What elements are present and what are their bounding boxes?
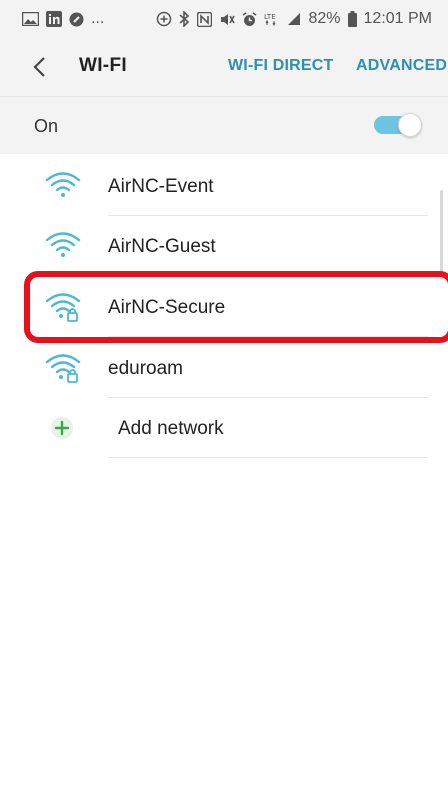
advanced-button[interactable]: ADVANCED xyxy=(356,57,447,75)
add-network-label: Add network xyxy=(118,418,224,439)
wifi-toggle-switch[interactable] xyxy=(374,113,422,137)
network-name: AirNC-Guest xyxy=(108,236,216,257)
toggle-knob xyxy=(398,113,422,137)
network-name: eduroam xyxy=(108,358,183,379)
app-header: WI-FI WI-FI DIRECT ADVANCED xyxy=(0,38,448,96)
divider xyxy=(108,336,428,337)
wifi-signal-icon xyxy=(45,232,81,257)
nfc-icon xyxy=(197,11,213,27)
linkedin-icon xyxy=(46,11,62,27)
add-circle-icon xyxy=(156,11,172,27)
wifi-direct-button[interactable]: WI-FI DIRECT xyxy=(228,57,334,75)
network-row-eduroam[interactable]: eduroam xyxy=(0,338,448,398)
mute-icon xyxy=(219,12,236,27)
network-row-airnc-guest[interactable]: AirNC-Guest xyxy=(0,216,448,276)
wifi-toggle-label: On xyxy=(34,116,59,136)
status-time: 12:01 PM xyxy=(363,10,432,27)
lte-icon: LTE xyxy=(264,12,280,26)
network-name: AirNC-Event xyxy=(108,176,214,197)
circle-icon xyxy=(69,12,84,27)
divider xyxy=(108,275,428,276)
plus-icon xyxy=(51,417,73,439)
status-bar: ... LTE 82% 12:01 PM xyxy=(0,0,448,38)
divider xyxy=(108,457,428,458)
wifi-toggle-row[interactable]: On xyxy=(0,96,448,154)
status-ellipsis: ... xyxy=(91,10,105,27)
image-icon xyxy=(22,12,39,26)
wifi-lock-icon xyxy=(45,293,81,322)
battery-icon xyxy=(347,11,357,27)
battery-percent: 82% xyxy=(308,10,341,27)
svg-text:LTE: LTE xyxy=(264,13,276,21)
network-row-airnc-event[interactable]: AirNC-Event xyxy=(0,156,448,216)
back-arrow-icon xyxy=(33,57,45,77)
status-bar-right: LTE 82% 12:01 PM xyxy=(156,10,432,28)
wifi-lock-icon xyxy=(45,354,81,383)
network-row-airnc-secure[interactable]: AirNC-Secure xyxy=(0,277,448,337)
alarm-icon xyxy=(242,11,257,27)
network-name: AirNC-Secure xyxy=(108,297,226,318)
scrollbar[interactable] xyxy=(440,190,443,280)
status-bar-left: ... xyxy=(22,10,104,28)
page-title: WI-FI xyxy=(79,55,127,76)
back-button[interactable] xyxy=(28,54,50,80)
bluetooth-icon xyxy=(179,11,190,27)
signal-icon xyxy=(287,12,301,26)
add-network-button[interactable]: Add network xyxy=(0,398,448,458)
wifi-signal-icon xyxy=(45,172,81,197)
